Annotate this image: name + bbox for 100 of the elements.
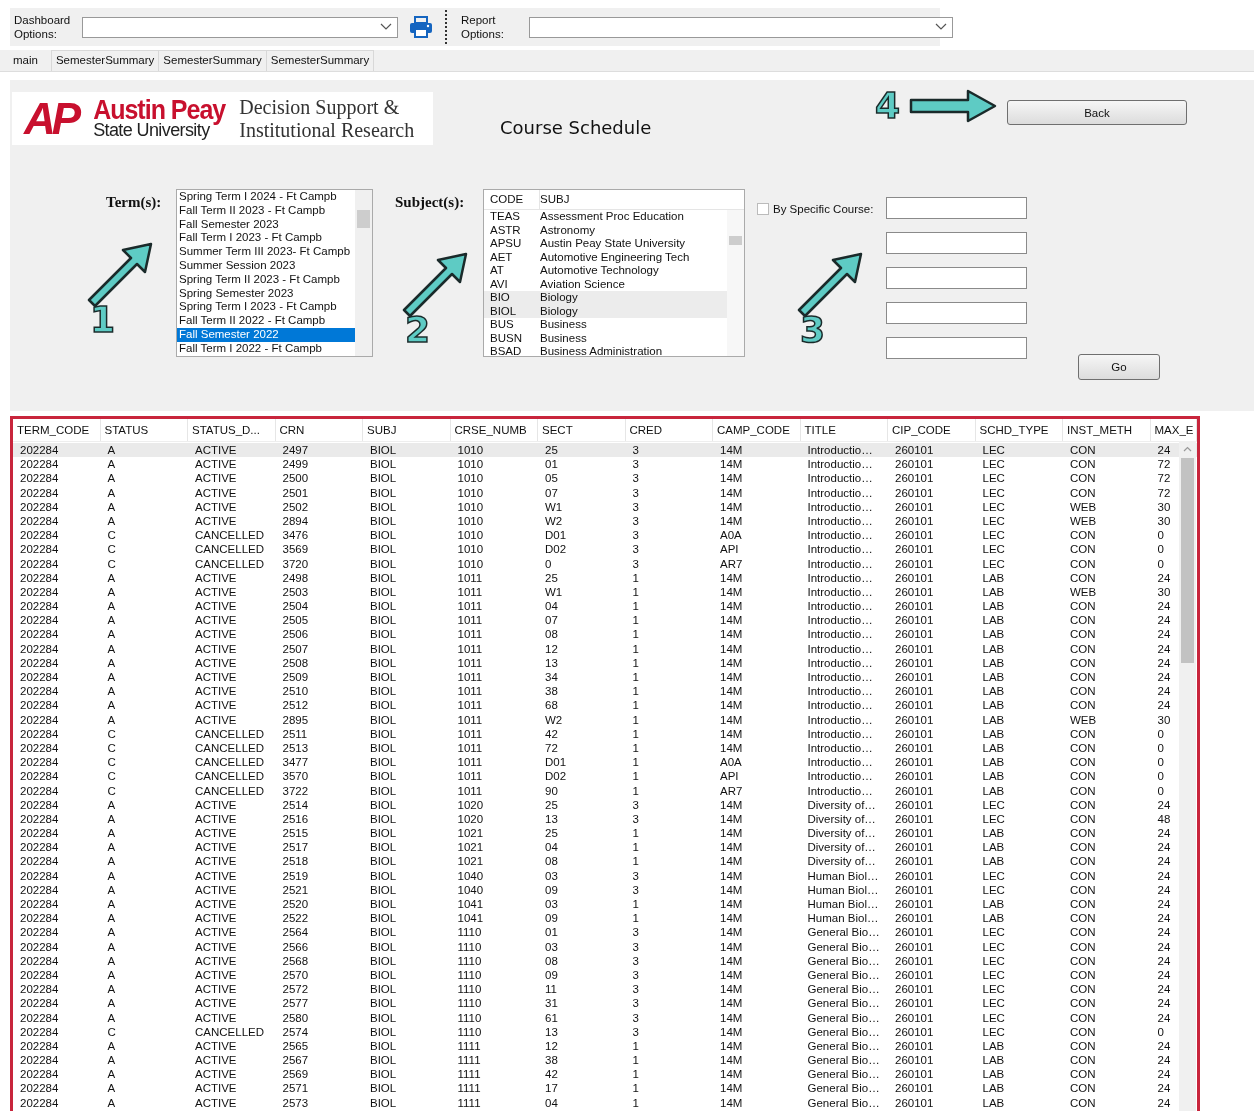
list-item[interactable]: Fall Term II 2023 - Ft Campb	[177, 203, 355, 218]
table-row[interactable]: 202284 A ACTIVE 2507 BIOL 1011 12 1 14M Introductio… 260101 LAB CON 24	[13, 641, 1197, 656]
list-item[interactable]: TEAS Assessment Proc Education	[484, 210, 727, 224]
table-row[interactable]: 202284 C CANCELLED 2574 BIOL 1110 13 3 14M General Bio… 260101 LEC CON 0	[13, 1024, 1197, 1039]
column-header[interactable]: CRED	[625, 419, 713, 441]
column-header[interactable]: CAMP_CODE	[713, 419, 801, 441]
table-row[interactable]: 202284 A ACTIVE 2564 BIOL 1110 01 3 14M General Bio… 260101 LEC CON 24	[13, 925, 1197, 940]
chevron-icon[interactable]	[380, 23, 392, 31]
table-row[interactable]: 202284 A ACTIVE 2894 BIOL 1010 W2 3 14M Introductio… 260101 LEC WEB 30	[13, 513, 1197, 529]
list-item[interactable]: Spring Term I 2023 - Ft Campb	[177, 300, 355, 315]
table-row[interactable]: 202284 C CANCELLED 2513 BIOL 1011 72 1 14M Introductio… 260101 LAB CON 0	[13, 740, 1197, 756]
column-header[interactable]: TITLE	[800, 419, 888, 441]
table-row[interactable]: 202284 A ACTIVE 2573 BIOL 1111 04 1 14M General Bio… 260101 LAB CON 24	[13, 1095, 1197, 1110]
table-row[interactable]: 202284 A ACTIVE 2508 BIOL 1011 13 1 14M Introductio… 260101 LAB CON 24	[13, 655, 1197, 670]
table-row[interactable]: 202284 A ACTIVE 2565 BIOL 1111 12 1 14M General Bio… 260101 LAB CON 24	[13, 1038, 1197, 1054]
table-row[interactable]: 202284 A ACTIVE 2520 BIOL 1041 03 1 14M Human Biol… 260101 LAB CON 24	[13, 897, 1197, 912]
input-field[interactable]	[886, 302, 1027, 324]
table-row[interactable]: 202284 A ACTIVE 2499 BIOL 1010 01 3 14M Introductio… 260101 LEC CON 72	[13, 457, 1197, 472]
list-item[interactable]: Fall Term II 2022 - Ft Campb	[177, 314, 355, 328]
table-row[interactable]: 202284 C CANCELLED 2511 BIOL 1011 42 1 14M Introductio… 260101 LAB CON 0	[13, 726, 1197, 741]
list-item[interactable]: ASTR Astronomy	[484, 223, 727, 237]
column-header[interactable]: INST_METH	[1063, 419, 1151, 441]
subject-list[interactable]	[483, 189, 745, 357]
column-header[interactable]: CRN	[275, 419, 363, 441]
table-row[interactable]: 202284 A ACTIVE 2501 BIOL 1010 07 3 14M Introductio… 260101 LEC CON 72	[13, 485, 1197, 500]
column-header[interactable]: SUBJ	[363, 419, 451, 441]
table-row[interactable]: 202284 C CANCELLED 3720 BIOL 1010 0 3 AR7 Introductio… 260101 LEC CON 0	[13, 556, 1197, 571]
go-button[interactable]: Go	[1078, 354, 1160, 380]
column-header[interactable]: STATUS_D...	[188, 419, 276, 441]
table-row[interactable]: 202284 A ACTIVE 2519 BIOL 1040 03 3 14M Human Biol… 260101 LEC CON 24	[13, 868, 1197, 883]
input-field[interactable]	[886, 337, 1027, 359]
table-row[interactable]: 202284 A ACTIVE 2566 BIOL 1110 03 3 14M General Bio… 260101 LEC CON 24	[13, 939, 1197, 954]
scrollbar[interactable]	[355, 190, 372, 356]
table-row[interactable]: 202284 C CANCELLED 3570 BIOL 1011 D02 1 API Introductio… 260101 LAB CON 0	[13, 769, 1197, 784]
scrollbar[interactable]	[1179, 441, 1196, 1111]
table-row[interactable]: 202284 A ACTIVE 2517 BIOL 1021 04 1 14M Diversity of… 260101 LAB CON 24	[13, 840, 1197, 855]
list-item[interactable]: Fall Semester 2022	[177, 327, 355, 342]
table-row[interactable]: 202284 A ACTIVE 2895 BIOL 1011 W2 1 14M Introductio… 260101 LAB WEB 30	[13, 712, 1197, 727]
table-row[interactable]: 202284 A ACTIVE 2567 BIOL 1111 38 1 14M General Bio… 260101 LAB CON 24	[13, 1053, 1197, 1068]
scroll-up-icon[interactable]	[1183, 446, 1192, 452]
column-header[interactable]: CIP_CODE	[888, 419, 976, 441]
table-row[interactable]: 202284 A ACTIVE 2570 BIOL 1110 09 3 14M General Bio… 260101 LEC CON 24	[13, 967, 1197, 983]
list-item[interactable]: AVI Aviation Science	[484, 277, 727, 291]
table-row[interactable]: 202284 A ACTIVE 2509 BIOL 1011 34 1 14M Introductio… 260101 LAB CON 24	[13, 670, 1197, 685]
list-item[interactable]: APSU Austin Peay State University	[484, 237, 727, 251]
table-row[interactable]: 202284 A ACTIVE 2514 BIOL 1020 25 3 14M Diversity of… 260101 LEC CON 24	[13, 797, 1197, 812]
list-item[interactable]: BUSN Business	[484, 331, 727, 345]
table-row[interactable]: 202284 A ACTIVE 2510 BIOL 1011 38 1 14M Introductio… 260101 LAB CON 24	[13, 684, 1197, 699]
list-item[interactable]: Fall Semester 2023	[177, 217, 355, 232]
list-item[interactable]: AET Automotive Engineering Tech	[484, 250, 727, 264]
table-row[interactable]: 202284 A ACTIVE 2498 BIOL 1011 25 1 14M Introductio… 260101 LAB CON 24	[13, 570, 1197, 585]
column-header[interactable]: SECT	[538, 419, 626, 441]
table-row[interactable]: 202284 A ACTIVE 2522 BIOL 1041 09 1 14M Human Biol… 260101 LAB CON 24	[13, 911, 1197, 926]
scrollbar[interactable]	[727, 210, 744, 356]
chevron-icon[interactable]	[935, 23, 947, 31]
table-row[interactable]: 202284 A ACTIVE 2572 BIOL 1110 11 3 14M General Bio… 260101 LEC CON 24	[13, 982, 1197, 997]
table-row[interactable]: 202284 A ACTIVE 2569 BIOL 1111 42 1 14M General Bio… 260101 LAB CON 24	[13, 1067, 1197, 1082]
table-row[interactable]: 202284 C CANCELLED 3477 BIOL 1011 D01 1 A0A Introductio… 260101 LAB CON 0	[13, 755, 1197, 770]
tab[interactable]: SemesterSummary	[265, 50, 375, 71]
input-field[interactable]	[886, 197, 1027, 219]
table-row[interactable]: 202284 A ACTIVE 2497 BIOL 1010 25 3 14M Introductio… 260101 LEC CON 24	[13, 443, 1197, 458]
table-row[interactable]: 202284 A ACTIVE 2505 BIOL 1011 07 1 14M Introductio… 260101 LAB CON 24	[13, 613, 1197, 628]
printer-icon[interactable]	[409, 16, 433, 38]
table-row[interactable]: 202284 A ACTIVE 2516 BIOL 1020 13 3 14M Diversity of… 260101 LEC CON 48	[13, 811, 1197, 827]
list-item[interactable]: AT Automotive Technology	[484, 264, 727, 278]
list-item[interactable]: BSAD Business Administration	[484, 345, 727, 356]
list-item[interactable]: Summer Term III 2023- Ft Campb	[177, 245, 355, 259]
column-header[interactable]: CRSE_NUMB	[450, 419, 538, 441]
tab[interactable]: SemesterSummary	[50, 50, 160, 71]
list-item[interactable]: Fall Term I 2023 - Ft Campb	[177, 231, 355, 246]
scrollbar-thumb[interactable]	[729, 236, 742, 245]
column-header[interactable]: SCHD_TYPE	[975, 419, 1063, 441]
scrollbar-thumb[interactable]	[1181, 458, 1194, 663]
table-row[interactable]: 202284 A ACTIVE 2577 BIOL 1110 31 3 14M General Bio… 260101 LEC CON 24	[13, 996, 1197, 1011]
table-row[interactable]: 202284 A ACTIVE 2503 BIOL 1011 W1 1 14M Introductio… 260101 LAB WEB 30	[13, 584, 1197, 600]
table-row[interactable]: 202284 A ACTIVE 2568 BIOL 1110 08 3 14M General Bio… 260101 LEC CON 24	[13, 953, 1197, 968]
input-field[interactable]	[886, 232, 1027, 254]
checkbox[interactable]	[757, 203, 769, 215]
table-row[interactable]: 202284 C CANCELLED 3722 BIOL 1011 90 1 AR7 Introductio… 260101 LAB CON 0	[13, 783, 1197, 798]
table-row[interactable]: 202284 C CANCELLED 3476 BIOL 1010 D01 3 A0A Introductio… 260101 LEC CON 0	[13, 528, 1197, 543]
table-row[interactable]: 202284 A ACTIVE 2518 BIOL 1021 08 1 14M Diversity of… 260101 LAB CON 24	[13, 854, 1197, 869]
list-item[interactable]: BIO Biology	[484, 291, 727, 305]
input-field[interactable]	[886, 267, 1027, 289]
term-list[interactable]	[176, 189, 373, 357]
list-item[interactable]: Summer Session 2023	[177, 259, 355, 273]
list-item[interactable]: Spring Term I 2024 - Ft Campb	[177, 190, 355, 204]
list-item[interactable]: Fall Term I 2022 - Ft Campb	[177, 341, 355, 356]
table-row[interactable]: 202284 A ACTIVE 2512 BIOL 1011 68 1 14M Introductio… 260101 LAB CON 24	[13, 698, 1197, 713]
table-row[interactable]: 202284 A ACTIVE 2521 BIOL 1040 09 3 14M Human Biol… 260101 LEC CON 24	[13, 882, 1197, 897]
table-row[interactable]: 202284 A ACTIVE 2506 BIOL 1011 08 1 14M Introductio… 260101 LAB CON 24	[13, 627, 1197, 642]
table-row[interactable]: 202284 A ACTIVE 2580 BIOL 1110 61 3 14M General Bio… 260101 LEC CON 24	[13, 1010, 1197, 1025]
table-row[interactable]: 202284 A ACTIVE 2502 BIOL 1010 W1 3 14M Introductio… 260101 LEC WEB 30	[13, 499, 1197, 514]
table-row[interactable]: 202284 A ACTIVE 2500 BIOL 1010 05 3 14M Introductio… 260101 LEC CON 72	[13, 471, 1197, 486]
column-header[interactable]: STATUS	[100, 419, 188, 441]
list-item[interactable]: BUS Business	[484, 318, 727, 332]
table-row[interactable]: 202284 A ACTIVE 2504 BIOL 1011 04 1 14M Introductio… 260101 LAB CON 24	[13, 599, 1197, 614]
list-item[interactable]: Spring Semester 2023	[177, 286, 355, 301]
scrollbar-thumb[interactable]	[357, 210, 370, 228]
table-row[interactable]: 202284 A ACTIVE 2571 BIOL 1111 17 1 14M General Bio… 260101 LAB CON 24	[13, 1081, 1197, 1096]
column-header[interactable]: TERM_CODE	[13, 419, 101, 441]
